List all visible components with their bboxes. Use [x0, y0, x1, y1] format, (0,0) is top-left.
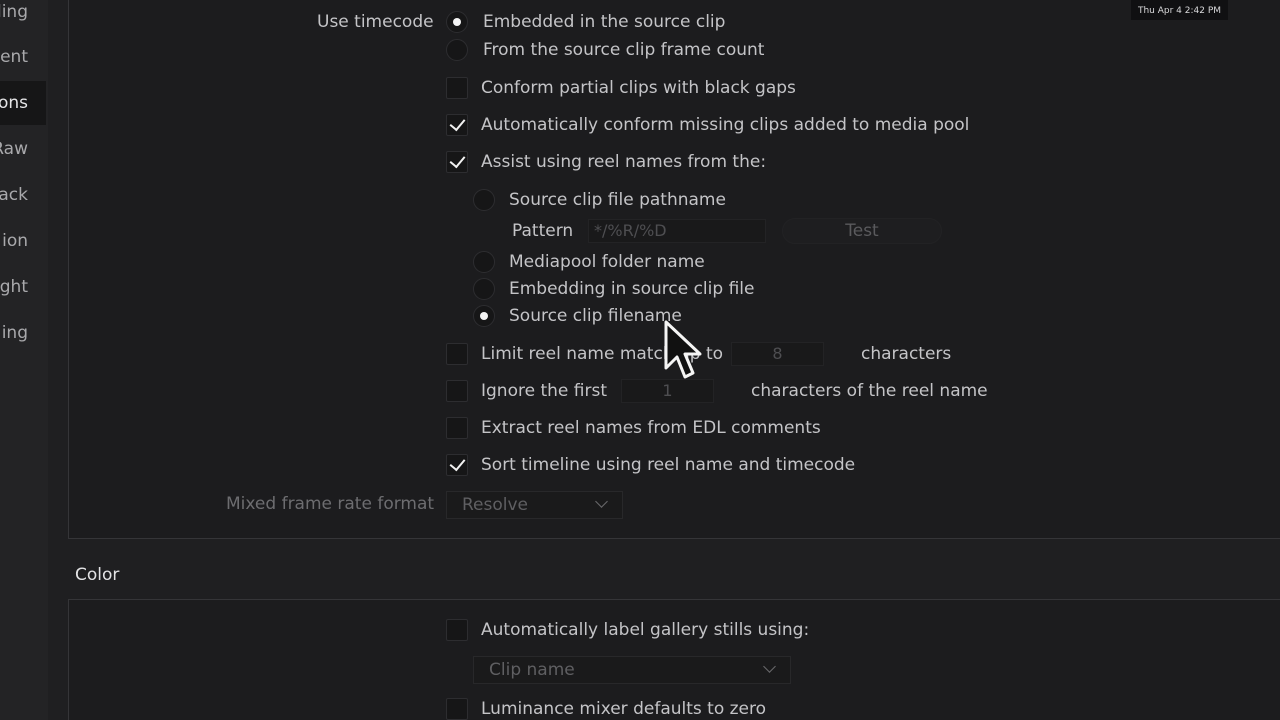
timecode-embedded-label: Embedded in the source clip — [483, 12, 726, 32]
sort-timeline-label: Sort timeline using reel name and timeco… — [481, 455, 856, 475]
mouse-pointer-icon — [664, 320, 702, 379]
reel-source-pathname-radio[interactable] — [473, 189, 495, 211]
sort-timeline-checkbox[interactable] — [446, 454, 468, 476]
checkmark-icon — [449, 454, 466, 472]
chevron-down-icon — [763, 660, 776, 673]
auto-label-stills-label: Automatically label gallery stills using… — [481, 620, 810, 640]
sidebar-item-7[interactable]: ght — [0, 265, 46, 309]
reel-source-filename-label: Source clip filename — [509, 306, 682, 326]
pattern-label: Pattern — [512, 221, 574, 241]
sidebar-item-3-active[interactable]: ons — [0, 81, 46, 125]
conform-partial-label: Conform partial clips with black gaps — [481, 78, 796, 98]
auto-conform-label: Automatically conform missing clips adde… — [481, 115, 970, 135]
limit-reel-checkbox[interactable] — [446, 343, 468, 365]
use-timecode-label: Use timecode — [317, 12, 434, 32]
mixed-frame-rate-value: Resolve — [462, 495, 529, 515]
sidebar-item-6[interactable]: ion — [0, 219, 46, 263]
sidebar-item-8[interactable]: ing — [0, 311, 46, 355]
timecode-embedded-radio[interactable] — [446, 11, 468, 33]
conform-partial-checkbox[interactable] — [446, 77, 468, 99]
chevron-down-icon — [595, 495, 608, 508]
sidebar: ling ent ons Raw ack ion ght ing — [0, 0, 48, 720]
auto-conform-checkbox[interactable] — [446, 114, 468, 136]
reel-source-filename-radio[interactable] — [473, 305, 495, 327]
menu-bar-clock: Thu Apr 4 2:42 PM — [1131, 0, 1228, 20]
ignore-first-suffix: characters of the reel name — [751, 381, 988, 401]
limit-reel-input[interactable]: 8 — [731, 342, 824, 366]
sidebar-item-5[interactable]: ack — [0, 173, 46, 217]
mixed-frame-rate-label: Mixed frame rate format — [226, 494, 435, 514]
assist-reel-checkbox[interactable] — [446, 151, 468, 173]
sidebar-item-1[interactable]: ling — [0, 0, 46, 34]
reel-source-embedding-label: Embedding in source clip file — [509, 279, 755, 299]
timecode-frame-count-radio[interactable] — [446, 39, 468, 61]
reel-source-pathname-label: Source clip file pathname — [509, 190, 726, 210]
pattern-input[interactable]: */%R/%D — [588, 219, 766, 243]
ignore-first-checkbox[interactable] — [446, 380, 468, 402]
limit-reel-suffix: characters — [861, 344, 952, 364]
reel-source-embedding-radio[interactable] — [473, 278, 495, 300]
sidebar-item-4[interactable]: Raw — [0, 127, 46, 171]
mixed-frame-rate-dropdown[interactable]: Resolve — [446, 491, 623, 519]
assist-reel-label: Assist using reel names from the: — [481, 152, 767, 172]
checkmark-icon — [449, 151, 466, 169]
label-source-dropdown[interactable]: Clip name — [473, 656, 791, 684]
reel-source-folder-label: Mediapool folder name — [509, 252, 705, 272]
extract-edl-checkbox[interactable] — [446, 417, 468, 439]
extract-edl-label: Extract reel names from EDL comments — [481, 418, 821, 438]
timecode-frame-count-label: From the source clip frame count — [483, 40, 765, 60]
luminance-mixer-label: Luminance mixer defaults to zero — [481, 699, 767, 719]
luminance-mixer-checkbox[interactable] — [446, 698, 468, 720]
ignore-first-label: Ignore the first — [481, 381, 607, 401]
label-source-value: Clip name — [489, 660, 575, 680]
reel-source-folder-radio[interactable] — [473, 251, 495, 273]
color-section-title: Color — [75, 565, 120, 585]
auto-label-stills-checkbox[interactable] — [446, 619, 468, 641]
test-button[interactable]: Test — [782, 218, 942, 244]
ignore-first-input[interactable]: 1 — [621, 379, 714, 403]
sidebar-item-2[interactable]: ent — [0, 35, 46, 79]
checkmark-icon — [449, 114, 466, 132]
